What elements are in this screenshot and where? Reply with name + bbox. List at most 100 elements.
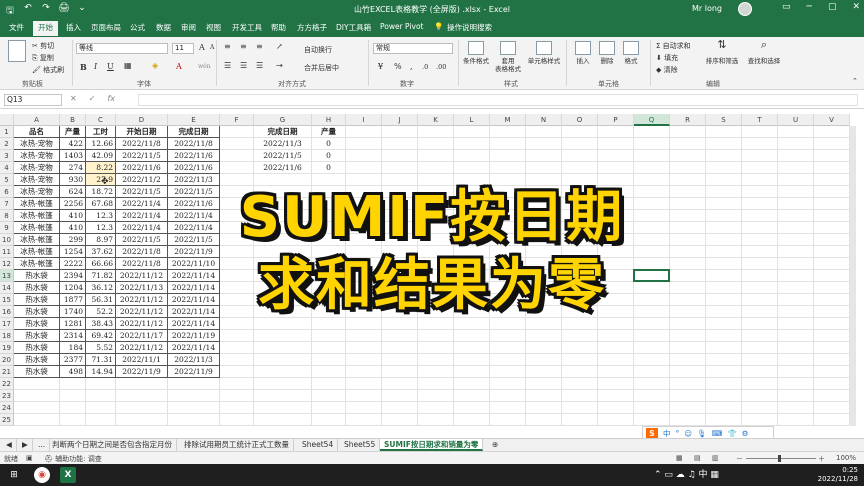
- normal-view-icon[interactable]: ▦: [676, 454, 683, 462]
- table-cell[interactable]: 1403: [60, 150, 86, 162]
- tab-diy-toolbox[interactable]: DIY工具箱: [336, 22, 371, 33]
- grid-cell[interactable]: [562, 414, 598, 426]
- column-header[interactable]: Q: [634, 114, 670, 126]
- grid-cell[interactable]: [312, 366, 346, 378]
- grid-cell[interactable]: [382, 378, 418, 390]
- grid-cell[interactable]: [220, 378, 254, 390]
- row-header[interactable]: 25: [0, 414, 14, 426]
- sheet-tab-active[interactable]: SUMIF按日期求和销量为零: [380, 439, 484, 451]
- align-top-icon[interactable]: ≡: [224, 42, 231, 51]
- grid-cell[interactable]: [598, 366, 634, 378]
- table-cell[interactable]: 热水袋: [14, 330, 60, 342]
- grid-cell[interactable]: [418, 366, 454, 378]
- grid-cell[interactable]: [706, 366, 742, 378]
- excel-icon[interactable]: X: [60, 467, 76, 483]
- table-cell[interactable]: 14.94: [86, 366, 116, 378]
- windows-start-icon[interactable]: ⊞: [6, 467, 22, 483]
- table-header-cell[interactable]: 工时: [86, 126, 116, 138]
- grid-cell[interactable]: [814, 342, 850, 354]
- sheet-tab[interactable]: Sheet54: [298, 439, 339, 451]
- grid-cell[interactable]: [814, 414, 850, 426]
- format-cells-button[interactable]: 格式: [620, 41, 642, 65]
- summary-header-cell[interactable]: 完成日期: [254, 126, 312, 138]
- grid-cell[interactable]: [346, 402, 382, 414]
- grid-cell[interactable]: [220, 366, 254, 378]
- grid-cell[interactable]: [634, 402, 670, 414]
- format-painter-button[interactable]: 🖌 格式刷: [32, 65, 64, 75]
- table-cell[interactable]: 2022/11/8: [116, 138, 168, 150]
- sheet-tab[interactable]: 判断两个日期之间是否包含指定月份: [48, 439, 177, 451]
- grid-cell[interactable]: [562, 342, 598, 354]
- grid-cell[interactable]: [814, 150, 850, 162]
- enter-icon[interactable]: ✓: [89, 94, 96, 103]
- grid-cell[interactable]: [598, 330, 634, 342]
- grid-cell[interactable]: [778, 150, 814, 162]
- grid-cell[interactable]: [346, 354, 382, 366]
- comma-button[interactable]: ,: [410, 62, 413, 71]
- system-tray[interactable]: ⌃ ▭ ☁ ♫ 中 ▦: [654, 467, 719, 483]
- emoji-icon[interactable]: ☺: [684, 429, 692, 438]
- grid-cell[interactable]: [254, 378, 312, 390]
- grid-cell[interactable]: [598, 126, 634, 138]
- row-header[interactable]: 3: [0, 150, 14, 162]
- grid-cell[interactable]: [742, 366, 778, 378]
- grid-cell[interactable]: [418, 330, 454, 342]
- grid-cell[interactable]: [742, 138, 778, 150]
- bold-button[interactable]: B: [80, 62, 87, 72]
- grid-cell[interactable]: [14, 390, 60, 402]
- grid-cell[interactable]: [562, 366, 598, 378]
- grid-cell[interactable]: [706, 390, 742, 402]
- column-header[interactable]: M: [490, 114, 526, 126]
- row-header[interactable]: 23: [0, 390, 14, 402]
- column-header[interactable]: S: [706, 114, 742, 126]
- grid-cell[interactable]: [86, 378, 116, 390]
- grid-cell[interactable]: [14, 414, 60, 426]
- grid-cell[interactable]: [490, 378, 526, 390]
- grid-cell[interactable]: [312, 330, 346, 342]
- user-name[interactable]: Mr long: [692, 4, 722, 13]
- grid-cell[interactable]: [814, 354, 850, 366]
- grid-cell[interactable]: [598, 138, 634, 150]
- grid-cell[interactable]: [86, 402, 116, 414]
- table-cell[interactable]: 2022/11/14: [168, 342, 220, 354]
- grid-cell[interactable]: [598, 414, 634, 426]
- grid-cell[interactable]: [382, 138, 418, 150]
- grid-cell[interactable]: [526, 402, 562, 414]
- grid-cell[interactable]: [254, 414, 312, 426]
- row-header[interactable]: 2: [0, 138, 14, 150]
- sheet-tab[interactable]: Sheet55: [340, 439, 381, 451]
- table-cell[interactable]: 2022/11/17: [116, 330, 168, 342]
- accessibility-status[interactable]: ⛑ 辅助功能: 调查: [44, 454, 102, 464]
- align-bottom-icon[interactable]: ≡: [256, 42, 263, 51]
- page-layout-view-icon[interactable]: ▤: [694, 454, 701, 462]
- align-left-icon[interactable]: ☰: [224, 61, 231, 70]
- grid-cell[interactable]: [778, 414, 814, 426]
- grid-cell[interactable]: [742, 126, 778, 138]
- grid-cell[interactable]: [116, 402, 168, 414]
- grid-cell[interactable]: [490, 390, 526, 402]
- table-cell[interactable]: 184: [60, 342, 86, 354]
- grid-cell[interactable]: [312, 402, 346, 414]
- row-header[interactable]: 19: [0, 342, 14, 354]
- grid-cell[interactable]: [490, 138, 526, 150]
- tab-data[interactable]: 数据: [156, 22, 171, 33]
- indent-icon[interactable]: ⇥: [276, 61, 283, 70]
- grid-cell[interactable]: [598, 378, 634, 390]
- grid-cell[interactable]: [778, 330, 814, 342]
- maximize-icon[interactable]: ▢: [828, 2, 837, 12]
- grid-cell[interactable]: [490, 330, 526, 342]
- column-header[interactable]: P: [598, 114, 634, 126]
- grid-cell[interactable]: [526, 390, 562, 402]
- grid-cell[interactable]: [60, 390, 86, 402]
- grid-cell[interactable]: [346, 150, 382, 162]
- table-cell[interactable]: 422: [60, 138, 86, 150]
- table-cell[interactable]: 2314: [60, 330, 86, 342]
- tell-me-search[interactable]: 操作说明搜索: [447, 22, 492, 33]
- grid-cell[interactable]: [220, 354, 254, 366]
- grid-cell[interactable]: [706, 330, 742, 342]
- grid-cell[interactable]: [742, 342, 778, 354]
- grid-cell[interactable]: [778, 138, 814, 150]
- grid-cell[interactable]: [706, 126, 742, 138]
- align-center-icon[interactable]: ☰: [240, 61, 247, 70]
- table-cell[interactable]: 2022/11/3: [168, 354, 220, 366]
